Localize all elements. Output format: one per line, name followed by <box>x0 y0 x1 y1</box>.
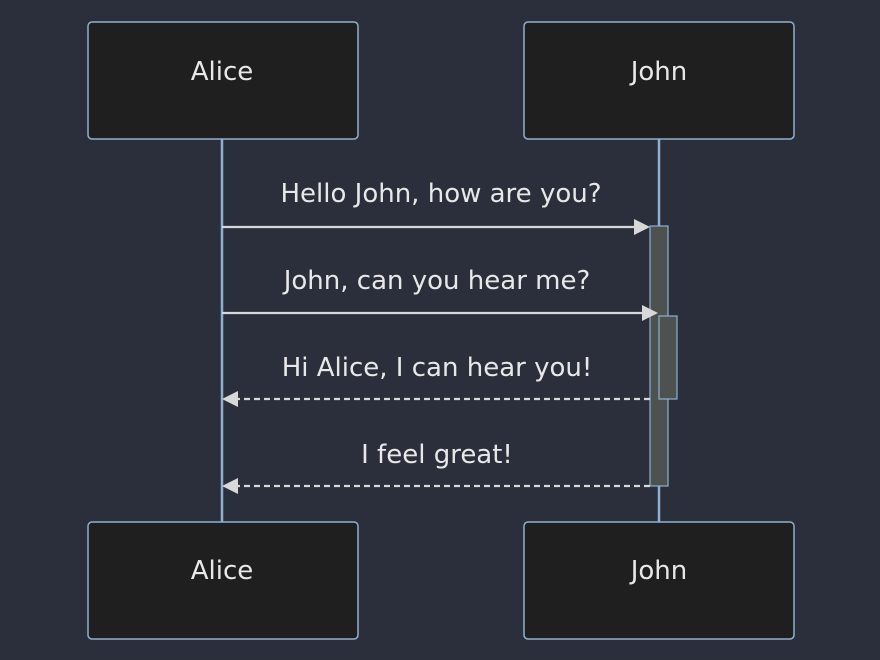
actor-label: John <box>629 556 688 586</box>
actor-label: Alice <box>191 556 254 586</box>
message-label: Hi Alice, I can hear you! <box>282 353 593 383</box>
message-4: I feel great! <box>222 440 650 494</box>
actor-john-top: John <box>523 21 795 140</box>
arrowhead-left-icon <box>222 391 238 407</box>
activation-bar-john-inner <box>658 315 678 400</box>
actor-label: Alice <box>191 57 254 87</box>
arrowhead-left-icon <box>222 478 238 494</box>
actor-alice-top: Alice <box>87 21 359 140</box>
arrowhead-right-icon <box>634 219 650 235</box>
message-1: Hello John, how are you? <box>222 179 650 235</box>
actor-label: John <box>629 57 688 87</box>
message-label: I feel great! <box>361 440 513 470</box>
message-2: John, can you hear me? <box>222 266 658 321</box>
message-label: John, can you hear me? <box>282 266 591 296</box>
message-label: Hello John, how are you? <box>280 179 601 209</box>
actor-alice-bottom: Alice <box>87 521 359 640</box>
sequence-diagram: Alice John Alice John Hello John, how ar… <box>87 21 795 640</box>
actor-john-bottom: John <box>523 521 795 640</box>
message-3: Hi Alice, I can hear you! <box>222 353 650 407</box>
